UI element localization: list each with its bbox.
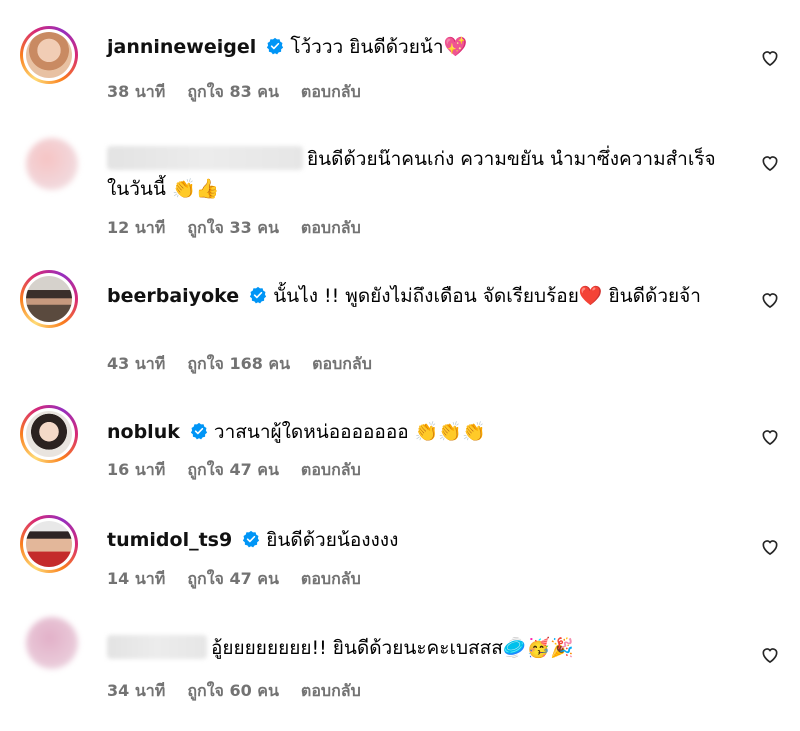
heart-outline-icon[interactable]	[760, 427, 780, 447]
likes-count[interactable]: ถูกใจ 60 คน	[187, 681, 279, 700]
comment-text: วาสนาผู้ใดหน่อออออออ 👏👏👏	[213, 421, 486, 443]
avatar[interactable]	[20, 26, 78, 84]
likes-count[interactable]: ถูกใจ 168 คน	[187, 354, 290, 373]
heart-outline-icon[interactable]	[760, 290, 780, 310]
comment-time: 38 นาที	[107, 82, 166, 101]
likes-count[interactable]: ถูกใจ 47 คน	[187, 460, 279, 479]
avatar[interactable]	[20, 270, 78, 328]
heart-outline-icon[interactable]	[760, 645, 780, 665]
verified-badge-icon	[267, 37, 284, 55]
likes-count[interactable]: ถูกใจ 47 คน	[187, 569, 279, 588]
reply-button[interactable]: ตอบกลับ	[301, 460, 361, 479]
comment-time: 43 นาที	[107, 354, 166, 373]
username-link[interactable]: nobluk	[107, 421, 180, 443]
reply-button[interactable]: ตอบกลับ	[301, 569, 361, 588]
avatar[interactable]	[20, 515, 78, 573]
hidden-username[interactable]	[107, 146, 303, 170]
username-link[interactable]: tumidol_ts9	[107, 529, 232, 551]
heart-outline-icon[interactable]	[760, 537, 780, 557]
avatar[interactable]	[20, 405, 78, 463]
avatar[interactable]	[26, 138, 78, 190]
comment-time: 34 นาที	[107, 681, 166, 700]
avatar[interactable]	[26, 617, 78, 669]
reply-button[interactable]: ตอบกลับ	[301, 218, 361, 237]
verified-badge-icon	[243, 530, 260, 548]
comment-text: นั้นไง !! พูดยังไม่ถึงเดือน จัดเรียบร้อย…	[273, 285, 701, 307]
heart-outline-icon[interactable]	[760, 153, 780, 173]
comment-time: 16 นาที	[107, 460, 166, 479]
verified-badge-icon	[250, 286, 267, 304]
comment-text: โว้ววว ยินดีด้วยน้า💖	[290, 36, 468, 58]
username-link[interactable]: jannineweigel	[107, 36, 256, 58]
hidden-username[interactable]	[107, 635, 207, 659]
reply-button[interactable]: ตอบกลับ	[312, 354, 372, 373]
heart-outline-icon[interactable]	[760, 48, 780, 68]
likes-count[interactable]: ถูกใจ 83 คน	[187, 82, 279, 101]
likes-count[interactable]: ถูกใจ 33 คน	[187, 218, 279, 237]
comment-text: อู้ยยยยยยยย!! ยินดีด้วยนะคะเบสสส🥏🥳🎉	[211, 637, 574, 659]
comment-time: 12 นาที	[107, 218, 166, 237]
reply-button[interactable]: ตอบกลับ	[301, 82, 361, 101]
verified-badge-icon	[190, 422, 208, 440]
username-link[interactable]: beerbaiyoke	[107, 285, 239, 307]
comment-time: 14 นาที	[107, 569, 166, 588]
comment-text: ยินดีด้วยน้องงงง	[266, 529, 399, 551]
reply-button[interactable]: ตอบกลับ	[301, 681, 361, 700]
